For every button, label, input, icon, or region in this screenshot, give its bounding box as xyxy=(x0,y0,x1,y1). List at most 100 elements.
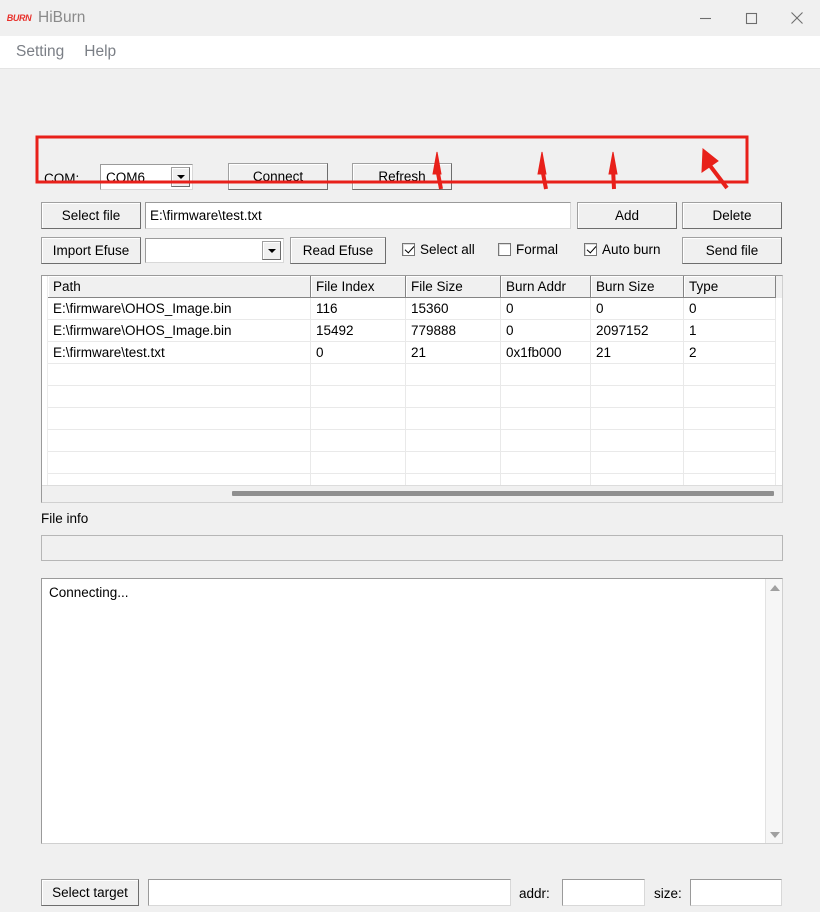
cell-file-size: 779888 xyxy=(406,320,501,342)
select-all-label: Select all xyxy=(420,242,475,257)
chevron-down-icon[interactable] xyxy=(171,167,190,187)
delete-button[interactable]: Delete xyxy=(682,202,782,229)
log-vertical-scrollbar[interactable] xyxy=(765,579,782,843)
cell-empty xyxy=(48,408,311,430)
cell-empty xyxy=(501,386,591,408)
column-header-type[interactable]: Type xyxy=(684,276,776,298)
cell-burn-size: 2097152 xyxy=(591,320,684,342)
cell-empty xyxy=(406,386,501,408)
cell-file-index: 116 xyxy=(311,298,406,320)
menu-item-setting[interactable]: Setting xyxy=(6,40,74,64)
column-header-file-index[interactable]: File Index xyxy=(311,276,406,298)
cell-type: 0 xyxy=(684,298,776,320)
cell-path: E:\firmware\OHOS_Image.bin xyxy=(48,320,311,342)
target-path-input[interactable] xyxy=(148,879,511,906)
cell-empty xyxy=(684,452,776,474)
cell-empty xyxy=(684,386,776,408)
table-row-empty[interactable] xyxy=(48,430,782,452)
formal-label: Formal xyxy=(516,242,559,257)
cell-file-index: 0 xyxy=(311,342,406,364)
cell-empty xyxy=(501,430,591,452)
table-row[interactable]: E:\firmware\OHOS_Image.bin 15492 779888 … xyxy=(48,320,782,342)
cell-empty xyxy=(311,386,406,408)
title-bar: BURN HiBurn xyxy=(0,0,820,36)
checkbox-indicator xyxy=(498,243,511,256)
cell-empty xyxy=(501,364,591,386)
menu-item-help[interactable]: Help xyxy=(74,40,126,64)
maximize-button[interactable] xyxy=(728,0,774,36)
cell-empty xyxy=(684,364,776,386)
auto-burn-label: Auto burn xyxy=(602,242,661,257)
checkbox-indicator xyxy=(584,243,597,256)
com-port-select[interactable]: COM6 xyxy=(100,164,193,190)
table-horizontal-scrollbar[interactable] xyxy=(42,485,782,502)
size-label: size: xyxy=(654,886,682,901)
chevron-down-icon[interactable] xyxy=(262,241,281,260)
cell-burn-addr: 0x1fb000 xyxy=(501,342,591,364)
cell-empty xyxy=(48,386,311,408)
minimize-button[interactable] xyxy=(682,0,728,36)
efuse-select[interactable] xyxy=(145,238,284,263)
cell-empty xyxy=(406,408,501,430)
cell-empty xyxy=(48,452,311,474)
select-all-checkbox[interactable]: Select all xyxy=(402,242,475,257)
cell-empty xyxy=(311,408,406,430)
table-row-empty[interactable] xyxy=(48,386,782,408)
addr-input[interactable] xyxy=(562,879,645,906)
table-row-empty[interactable] xyxy=(48,452,782,474)
cell-empty xyxy=(48,364,311,386)
table-body: E:\firmware\OHOS_Image.bin 116 15360 0 0… xyxy=(48,298,782,496)
file-table[interactable]: Path File Index File Size Burn Addr Burn… xyxy=(41,275,783,503)
select-target-button[interactable]: Select target xyxy=(41,879,139,906)
file-info-label: File info xyxy=(41,511,89,526)
cell-empty xyxy=(591,364,684,386)
table-row-empty[interactable] xyxy=(48,408,782,430)
send-file-button[interactable]: Send file xyxy=(682,237,782,264)
table-row-highlighted[interactable]: E:\firmware\test.txt 0 21 0x1fb000 21 2 xyxy=(48,342,782,364)
read-efuse-button[interactable]: Read Efuse xyxy=(290,237,386,264)
annotation-arrow-type xyxy=(701,147,729,190)
column-header-burn-addr[interactable]: Burn Addr xyxy=(501,276,591,298)
cell-empty xyxy=(591,430,684,452)
cell-path: E:\firmware\test.txt xyxy=(48,342,311,364)
import-efuse-button[interactable]: Import Efuse xyxy=(41,237,141,264)
window-title: HiBurn xyxy=(38,9,86,26)
close-button[interactable] xyxy=(774,0,820,36)
auto-burn-checkbox[interactable]: Auto burn xyxy=(584,242,661,257)
file-path-input[interactable]: E:\firmware\test.txt xyxy=(145,202,571,229)
cell-empty xyxy=(501,408,591,430)
size-input[interactable] xyxy=(690,879,782,906)
annotation-arrow-burn-size xyxy=(608,151,618,190)
table-row-empty[interactable] xyxy=(48,364,782,386)
cell-burn-size: 21 xyxy=(591,342,684,364)
table-row-gutter xyxy=(42,276,48,485)
cell-empty xyxy=(406,452,501,474)
cell-type: 1 xyxy=(684,320,776,342)
formal-checkbox[interactable]: Formal xyxy=(498,242,558,257)
cell-burn-addr: 0 xyxy=(501,320,591,342)
scrollbar-thumb[interactable] xyxy=(232,491,774,496)
cell-empty xyxy=(591,408,684,430)
column-header-burn-size[interactable]: Burn Size xyxy=(591,276,684,298)
log-panel[interactable]: Connecting... xyxy=(41,578,783,844)
file-info-input[interactable] xyxy=(41,535,783,561)
cell-file-size: 15360 xyxy=(406,298,501,320)
cell-empty xyxy=(684,408,776,430)
add-button[interactable]: Add xyxy=(577,202,677,229)
client-area: COM: COM6 Connect Refresh Select file E:… xyxy=(0,69,820,912)
checkbox-indicator xyxy=(402,243,415,256)
select-file-button[interactable]: Select file xyxy=(41,202,141,229)
burn-logo-icon: BURN xyxy=(6,13,32,23)
connect-button[interactable]: Connect xyxy=(228,163,328,190)
scroll-down-icon[interactable] xyxy=(766,826,783,843)
cell-file-size: 21 xyxy=(406,342,501,364)
cell-empty xyxy=(591,386,684,408)
scroll-up-icon[interactable] xyxy=(766,579,783,596)
refresh-button[interactable]: Refresh xyxy=(352,163,452,190)
table-row[interactable]: E:\firmware\OHOS_Image.bin 116 15360 0 0… xyxy=(48,298,782,320)
column-header-path[interactable]: Path xyxy=(48,276,311,298)
cell-file-index: 15492 xyxy=(311,320,406,342)
column-header-file-size[interactable]: File Size xyxy=(406,276,501,298)
addr-label: addr: xyxy=(519,886,550,901)
cell-empty xyxy=(311,430,406,452)
